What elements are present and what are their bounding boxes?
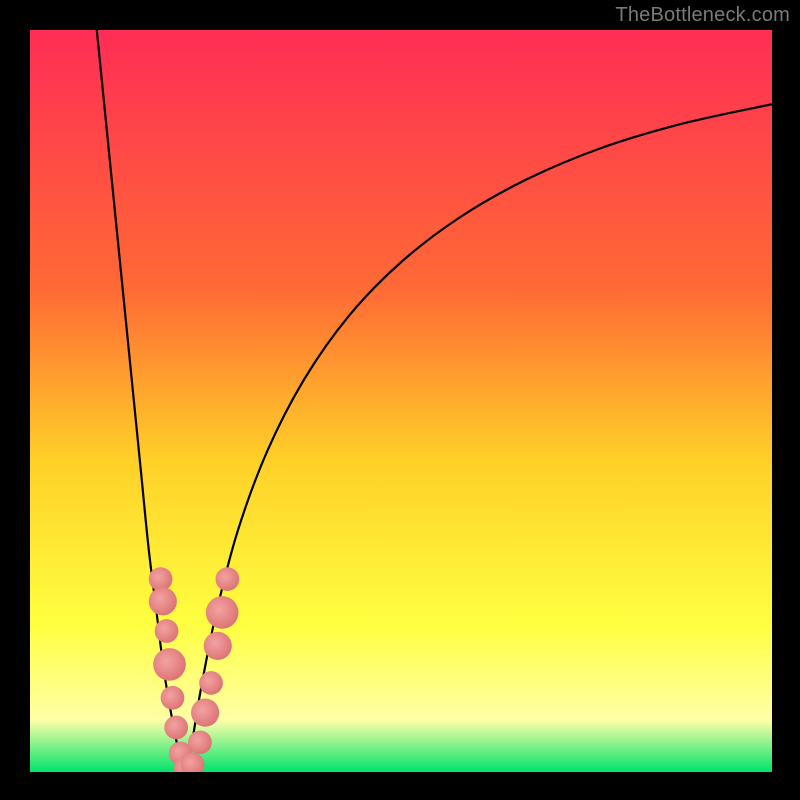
data-marker: [191, 699, 219, 727]
chart-svg: [30, 30, 772, 772]
data-marker: [188, 730, 212, 754]
data-marker: [161, 686, 185, 710]
data-marker: [155, 619, 179, 643]
credit-text: TheBottleneck.com: [615, 4, 790, 27]
data-marker: [153, 648, 186, 681]
data-marker: [199, 671, 223, 695]
data-marker: [149, 567, 173, 591]
plot-area: [30, 30, 772, 772]
data-marker: [206, 596, 239, 629]
data-marker: [216, 567, 240, 591]
data-marker: [164, 716, 188, 740]
gradient-background: [30, 30, 772, 772]
chart-frame: TheBottleneck.com: [0, 0, 800, 800]
data-marker: [149, 587, 177, 615]
data-marker: [204, 632, 232, 660]
